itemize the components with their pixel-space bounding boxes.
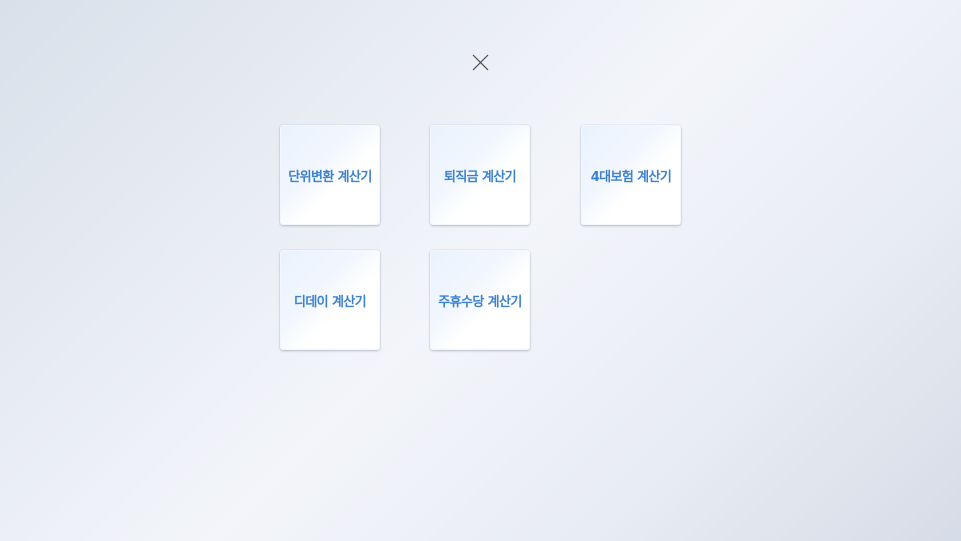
unit-conversion-calculator-button[interactable]: 단위변환 계산기 [280,125,380,225]
card-label: 단위변환 계산기 [288,169,372,185]
card-label: 4대보험 계산기 [590,169,672,185]
card-label: 디데이 계산기 [293,294,367,310]
card-label: 퇴직금 계산기 [443,169,517,185]
card-label: 주휴수당 계산기 [438,294,522,310]
d-day-calculator-button[interactable]: 디데이 계산기 [280,250,380,350]
weekly-holiday-pay-calculator-button[interactable]: 주휴수당 계산기 [430,250,530,350]
close-icon [472,54,489,71]
close-button[interactable] [471,53,490,72]
social-insurance-calculator-button[interactable]: 4대보험 계산기 [581,125,681,225]
severance-pay-calculator-button[interactable]: 퇴직금 계산기 [430,125,530,225]
